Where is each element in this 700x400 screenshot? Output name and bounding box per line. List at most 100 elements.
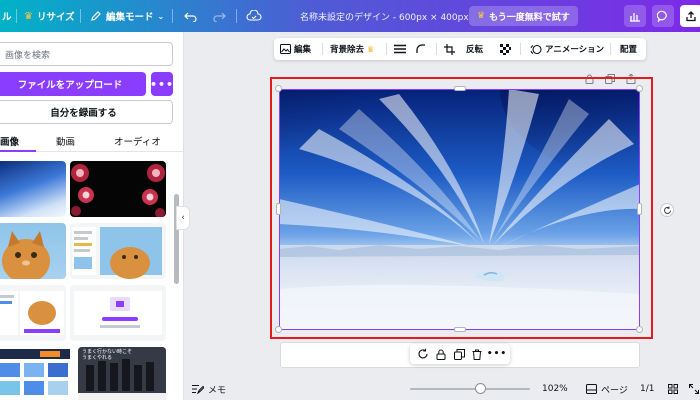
notes-button[interactable]: メモ	[192, 378, 226, 400]
tab-videos[interactable]: 動画	[56, 130, 75, 152]
cloud-save-button[interactable]	[246, 0, 262, 32]
record-yourself-button[interactable]: 自分を録画する	[0, 100, 173, 124]
file-menu-button[interactable]: ル	[2, 0, 12, 32]
undo-button[interactable]	[184, 0, 198, 32]
zoom-slider-knob[interactable]	[475, 383, 486, 394]
upload-thumbnail-sky[interactable]	[0, 161, 66, 217]
comment-button[interactable]	[652, 5, 674, 27]
redo-button[interactable]	[212, 0, 226, 32]
replace-button[interactable]	[416, 347, 430, 361]
upload-file-button[interactable]: ファイルをアップロード	[0, 72, 146, 96]
upload-thumbnail-cat[interactable]	[0, 223, 66, 279]
crop-icon	[444, 43, 455, 55]
more-options-button[interactable]: •••	[149, 72, 175, 96]
pages-icon	[586, 384, 597, 394]
crown-icon: ♛	[367, 44, 375, 54]
upload-thumbnail-flowers[interactable]	[70, 161, 166, 217]
insights-button[interactable]	[624, 5, 646, 27]
expand-icon	[689, 384, 699, 394]
share-button[interactable]	[680, 5, 700, 27]
tab-images[interactable]: 画像	[0, 130, 19, 152]
active-tab-indicator	[0, 150, 36, 152]
screenshot-image	[72, 227, 162, 279]
upload-icon	[686, 11, 696, 22]
image-context-toolbar: 編集 背景除去 ♛ 反転 アニメーション 配置	[274, 38, 646, 60]
fullscreen-button[interactable]	[689, 378, 699, 400]
corner-rounding-button[interactable]	[416, 38, 426, 60]
upload-thumbnail-screenshot-cat[interactable]	[70, 223, 166, 279]
crop-button[interactable]	[444, 38, 455, 60]
flip-button[interactable]: 反転	[466, 38, 483, 60]
edit-mode-button[interactable]: 編集モード ⌄	[90, 0, 164, 32]
resize-handle-bottom-right[interactable]	[636, 326, 643, 333]
design-title[interactable]: 名称未設定のデザイン - 600px × 400px	[300, 0, 469, 32]
flowers-image	[71, 164, 165, 217]
resize-button[interactable]: ♛ リサイズ	[24, 0, 75, 32]
flip-label: 反転	[466, 45, 484, 55]
pencil-icon	[91, 11, 101, 21]
zoom-slider-track[interactable]	[410, 388, 530, 390]
image-icon	[280, 44, 291, 54]
edit-image-button[interactable]: 編集	[280, 38, 311, 60]
upload-thumbnail-poster[interactable]: うまく行かない時こそ うまくやれる	[78, 347, 166, 400]
tab-audio[interactable]: オーディオ	[114, 130, 161, 152]
element-quick-actions: •••	[410, 344, 510, 364]
bg-remove-label: 背景除去	[330, 45, 365, 55]
highlight-annotation-box	[270, 77, 653, 339]
resize-handle-bottom[interactable]	[454, 327, 466, 332]
header-divider	[236, 9, 237, 23]
screenshot-image	[74, 291, 162, 335]
delete-element-button[interactable]	[470, 347, 484, 361]
crown-icon: ♛	[477, 11, 486, 21]
grid-view-button[interactable]	[668, 378, 678, 400]
edit-mode-label: 編集モード	[106, 12, 154, 23]
redo-icon	[213, 12, 226, 22]
resize-handle-top-left[interactable]	[275, 85, 282, 92]
page-counter[interactable]: 1/1	[640, 378, 654, 400]
animation-label: アニメーション	[545, 45, 605, 55]
pages-button[interactable]: ページ	[586, 378, 628, 400]
zoom-level[interactable]: 102%	[542, 378, 568, 400]
transparency-checker-icon	[500, 43, 511, 55]
search-placeholder: 画像を検索	[5, 50, 51, 61]
border-style-button[interactable]	[394, 38, 406, 60]
cat-image	[2, 231, 50, 279]
poster-catchphrase: うまく行かない時こそ うまくやれる	[82, 349, 133, 361]
resize-handle-top-right[interactable]	[636, 85, 643, 92]
resize-handle-left[interactable]	[276, 203, 281, 215]
duplicate-element-button[interactable]	[452, 347, 466, 361]
ellipsis-icon: •••	[486, 349, 508, 359]
upload-thumbnail-screenshot-4[interactable]	[0, 347, 72, 400]
ellipsis-icon: •••	[149, 77, 175, 91]
resize-handle-right[interactable]	[637, 203, 642, 215]
animation-button[interactable]: アニメーション	[530, 38, 604, 60]
notes-label: メモ	[208, 385, 227, 396]
corner-radius-icon	[416, 44, 425, 53]
toolbar-divider	[610, 43, 611, 55]
more-actions-button[interactable]: •••	[486, 347, 508, 361]
position-button[interactable]: 配置	[620, 38, 637, 60]
chevron-down-icon: ⌄	[157, 11, 165, 21]
try-free-label: もう一度無料で試す	[489, 12, 570, 23]
bar-chart-icon	[630, 13, 640, 22]
chevron-left-icon: ‹	[181, 213, 185, 223]
resize-handle-top[interactable]	[454, 86, 466, 91]
upload-thumbnail-screenshot-3[interactable]	[70, 285, 166, 341]
uploads-panel: 画像を検索 ファイルをアップロード ••• 自分を録画する 画像 動画 オーディ…	[0, 32, 184, 400]
crown-icon: ♛	[24, 10, 33, 22]
upload-thumbnail-screenshot-2[interactable]	[0, 285, 66, 341]
resize-handle-bottom-left[interactable]	[275, 326, 282, 333]
lock-element-button[interactable]	[434, 347, 448, 361]
position-label: 配置	[620, 45, 638, 55]
search-input[interactable]: 画像を検索	[0, 42, 173, 66]
header-divider	[16, 9, 17, 23]
transparency-button[interactable]	[500, 38, 511, 60]
background-remove-button[interactable]: 背景除去 ♛	[330, 38, 374, 60]
rotate-button[interactable]	[660, 203, 674, 217]
try-free-button[interactable]: ♛ もう一度無料で試す	[469, 6, 578, 26]
header-divider	[80, 9, 81, 23]
rotate-icon	[663, 206, 671, 214]
collapse-panel-button[interactable]: ‹	[176, 206, 190, 230]
toolbar-divider	[520, 43, 521, 55]
toolbar-divider	[322, 43, 323, 55]
